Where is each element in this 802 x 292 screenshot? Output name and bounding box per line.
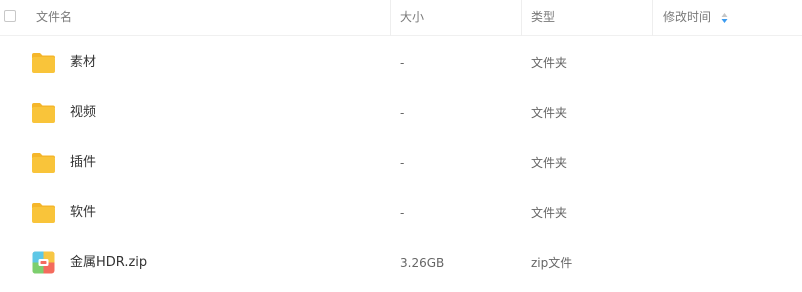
column-header-type[interactable]: 类型 — [531, 9, 555, 25]
column-header-size[interactable]: 大小 — [400, 9, 424, 25]
file-size: - — [400, 156, 405, 170]
folder-icon — [32, 203, 55, 223]
column-divider[interactable] — [521, 0, 522, 36]
file-list-header: 文件名 大小 类型 修改时间 — [0, 0, 802, 36]
file-name[interactable]: 插件 — [70, 155, 96, 171]
file-name[interactable]: 素材 — [70, 55, 96, 71]
file-type: zip文件 — [531, 256, 573, 270]
file-row-ruanjian[interactable]: 软件 - 文件夹 — [0, 188, 802, 238]
file-row-zip[interactable]: 金属HDR.zip 3.26GB zip文件 — [0, 238, 802, 288]
file-row-shipin[interactable]: 视频 - 文件夹 — [0, 88, 802, 138]
file-size: - — [400, 206, 405, 220]
file-name[interactable]: 软件 — [70, 205, 96, 221]
file-type: 文件夹 — [531, 156, 568, 170]
select-all-checkbox[interactable] — [4, 10, 16, 22]
column-divider[interactable] — [652, 0, 653, 36]
file-name[interactable]: 视频 — [70, 105, 96, 121]
file-list: 文件名 大小 类型 修改时间 素材 - 文件夹 视频 - 文件夹 插件 - 文件… — [0, 0, 802, 292]
sort-arrows-icon[interactable] — [721, 12, 728, 24]
folder-icon — [32, 153, 55, 173]
file-row-sucai[interactable]: 素材 - 文件夹 — [0, 38, 802, 88]
column-header-modified[interactable]: 修改时间 — [663, 9, 711, 25]
file-row-chajian[interactable]: 插件 - 文件夹 — [0, 138, 802, 188]
file-size: - — [400, 56, 405, 70]
file-name[interactable]: 金属HDR.zip — [70, 255, 147, 271]
file-type: 文件夹 — [531, 56, 568, 70]
file-type: 文件夹 — [531, 206, 568, 220]
column-header-name[interactable]: 文件名 — [36, 9, 72, 25]
file-type: 文件夹 — [531, 106, 568, 120]
folder-icon — [32, 103, 55, 123]
zip-archive-icon — [32, 251, 55, 274]
folder-icon — [32, 53, 55, 73]
file-size: 3.26GB — [400, 256, 445, 270]
file-size: - — [400, 106, 405, 120]
column-divider[interactable] — [390, 0, 391, 36]
